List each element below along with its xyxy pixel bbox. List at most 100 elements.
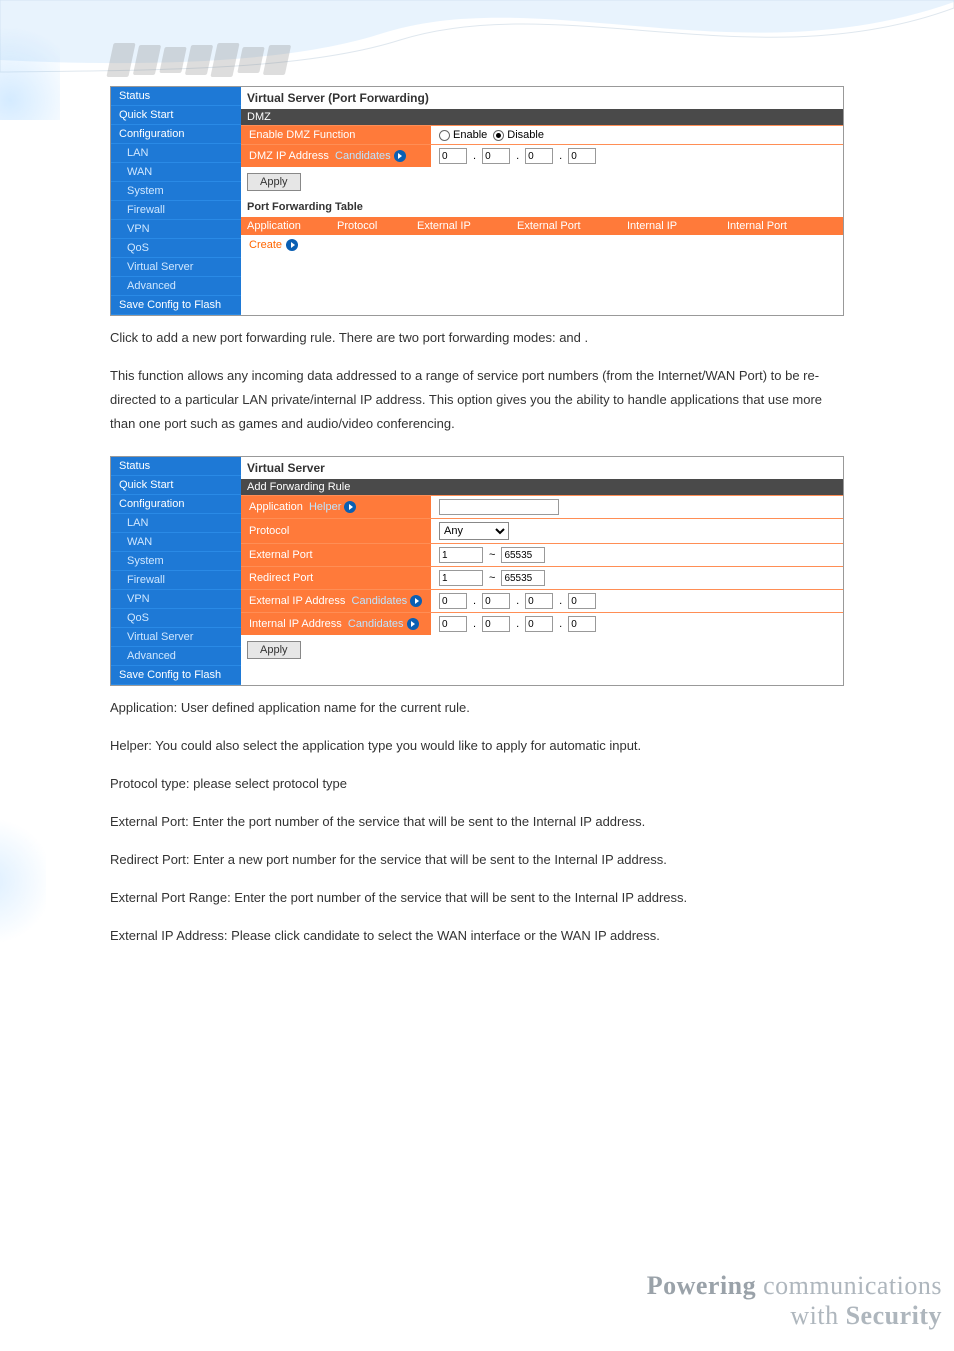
nav-quickstart[interactable]: Quick Start <box>111 106 241 125</box>
t: . <box>585 330 589 345</box>
nav-saveconfig[interactable]: Save Config to Flash <box>111 296 241 315</box>
nav-advanced[interactable]: Advanced <box>111 277 241 296</box>
dmz-disable-text: Disable <box>507 129 544 141</box>
pft-columns: Application Protocol External IP Externa… <box>241 217 843 235</box>
intip-4[interactable] <box>568 616 596 632</box>
col-intip: Internal IP <box>621 217 721 235</box>
application-input[interactable] <box>439 499 559 515</box>
dmz-ip-label-text: DMZ IP Address <box>249 150 329 162</box>
brand-logo <box>110 40 370 80</box>
t: External IP Address <box>249 595 345 607</box>
t: with <box>790 1301 845 1330</box>
nav-virtualserver[interactable]: Virtual Server <box>111 258 241 277</box>
extport-label: External Port <box>241 546 431 564</box>
arrow-icon[interactable] <box>410 595 422 607</box>
extip-1[interactable] <box>439 593 467 609</box>
proto-label: Protocol <box>241 522 431 540</box>
app-label: Application Helper <box>241 498 431 516</box>
col-extip: External IP <box>411 217 511 235</box>
pane1-section: DMZ <box>241 109 843 125</box>
extip-3[interactable] <box>525 593 553 609</box>
pane-1: Virtual Server (Port Forwarding) DMZ Ena… <box>241 87 843 315</box>
nav-wan[interactable]: WAN <box>111 533 241 552</box>
field-desc-extip: External IP Address: Please click candid… <box>110 924 844 948</box>
dmz-ip-3[interactable] <box>525 148 553 164</box>
nav-qos[interactable]: QoS <box>111 609 241 628</box>
t: Internal IP Address <box>249 618 342 630</box>
extip-2[interactable] <box>482 593 510 609</box>
dmz-ip-4[interactable] <box>568 148 596 164</box>
col-extport: External Port <box>511 217 621 235</box>
intip-2[interactable] <box>482 616 510 632</box>
dmz-disable-radio[interactable]: Disable <box>493 129 544 141</box>
pane2-section: Add Forwarding Rule <box>241 479 843 495</box>
nav-configuration[interactable]: Configuration <box>111 125 241 144</box>
tilde: ~ <box>489 572 495 584</box>
nav-firewall[interactable]: Firewall <box>111 571 241 590</box>
nav-lan[interactable]: LAN <box>111 144 241 163</box>
t: Security <box>846 1301 942 1330</box>
extport-to[interactable] <box>501 547 545 563</box>
candidates-link[interactable]: Candidates <box>335 150 391 162</box>
nav-configuration[interactable]: Configuration <box>111 495 241 514</box>
apply-button-1[interactable]: Apply <box>247 173 301 191</box>
nav-virtualserver[interactable]: Virtual Server <box>111 628 241 647</box>
nav-system[interactable]: System <box>111 182 241 201</box>
field-desc-redport: Redirect Port: Enter a new port number f… <box>110 848 844 872</box>
col-application: Application <box>241 217 331 235</box>
intip-1[interactable] <box>439 616 467 632</box>
arrow-icon[interactable] <box>394 150 406 162</box>
t: to add a new port forwarding rule. There… <box>142 330 559 345</box>
nav-wan[interactable]: WAN <box>111 163 241 182</box>
nav-quickstart[interactable]: Quick Start <box>111 476 241 495</box>
intip-3[interactable] <box>525 616 553 632</box>
candidates-link[interactable]: Candidates <box>348 618 404 630</box>
t: Application <box>249 501 303 513</box>
nav-vpn[interactable]: VPN <box>111 220 241 239</box>
create-link[interactable]: Create <box>249 239 282 251</box>
t: and <box>559 330 584 345</box>
pane-2: Virtual Server Add Forwarding Rule Appli… <box>241 457 843 685</box>
nav-saveconfig[interactable]: Save Config to Flash <box>111 666 241 685</box>
pft-header: Port Forwarding Table <box>241 197 843 217</box>
t: communications <box>756 1271 942 1300</box>
redport-to[interactable] <box>501 570 545 586</box>
nav-status[interactable]: Status <box>111 457 241 476</box>
arrow-icon[interactable] <box>407 618 419 630</box>
t: Powering <box>647 1271 756 1300</box>
field-desc-protocol: Protocol type: please select protocol ty… <box>110 772 844 796</box>
nav-status[interactable]: Status <box>111 87 241 106</box>
redport-label: Redirect Port <box>241 569 431 587</box>
apply-button-2[interactable]: Apply <box>247 641 301 659</box>
pane1-title: Virtual Server (Port Forwarding) <box>241 87 843 109</box>
doc-text-2: Application: User defined application na… <box>110 696 844 948</box>
doc-para-2: This function allows any incoming data a… <box>110 364 844 436</box>
doc-text-1: Click to add a new port forwarding rule.… <box>110 326 844 436</box>
dmz-ip-2[interactable] <box>482 148 510 164</box>
dmz-ip-label: DMZ IP Address Candidates <box>241 147 431 165</box>
redport-from[interactable] <box>439 570 483 586</box>
col-intport: Internal Port <box>721 217 843 235</box>
arrow-icon[interactable] <box>286 239 298 251</box>
candidates-link[interactable]: Candidates <box>352 595 408 607</box>
nav-qos[interactable]: QoS <box>111 239 241 258</box>
extport-from[interactable] <box>439 547 483 563</box>
nav-firewall[interactable]: Firewall <box>111 201 241 220</box>
nav-advanced[interactable]: Advanced <box>111 647 241 666</box>
tilde: ~ <box>489 549 495 561</box>
extip-label: External IP Address Candidates <box>241 592 431 610</box>
field-desc-extport: External Port: Enter the port number of … <box>110 810 844 834</box>
add-rule-form: Application Helper Protocol Any External… <box>241 495 843 635</box>
dmz-ip-1[interactable] <box>439 148 467 164</box>
helper-link[interactable]: Helper <box>309 501 341 513</box>
router-panel-2: Status Quick Start Configuration LAN WAN… <box>110 456 844 686</box>
nav-vpn[interactable]: VPN <box>111 590 241 609</box>
dmz-form: Enable DMZ Function Enable Disable DMZ I… <box>241 125 843 167</box>
nav-system[interactable]: System <box>111 552 241 571</box>
arrow-icon[interactable] <box>344 501 356 513</box>
protocol-select[interactable]: Any <box>439 522 509 540</box>
pane2-title: Virtual Server <box>241 457 843 479</box>
extip-4[interactable] <box>568 593 596 609</box>
dmz-enable-radio[interactable]: Enable <box>439 129 487 141</box>
nav-lan[interactable]: LAN <box>111 514 241 533</box>
